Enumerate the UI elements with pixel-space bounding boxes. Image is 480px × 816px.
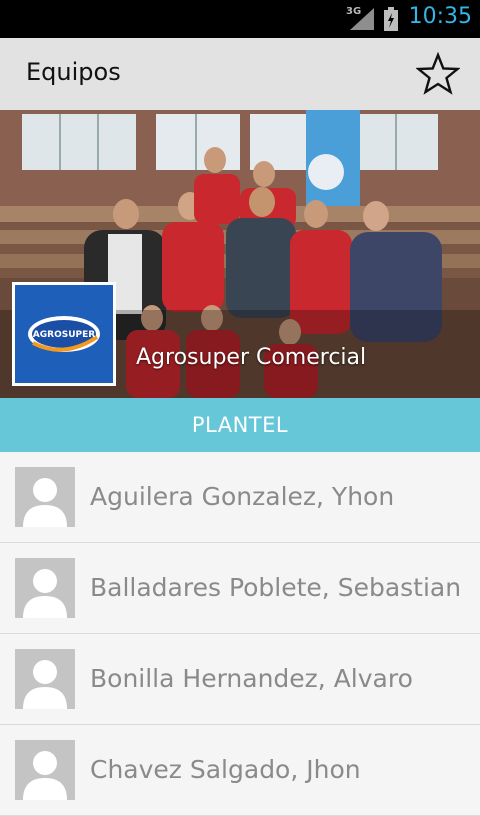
clock: 10:35 bbox=[408, 4, 472, 29]
avatar-placeholder-icon bbox=[15, 740, 75, 800]
list-item[interactable]: Bonilla Hernandez, Alvaro bbox=[0, 634, 480, 725]
list-item[interactable]: Chavez Salgado, Jhon bbox=[0, 725, 480, 816]
svg-text:AGROSUPER: AGROSUPER bbox=[33, 330, 95, 340]
signal-icon bbox=[350, 8, 374, 30]
team-photo: AGROSUPER Agrosuper Comercial bbox=[0, 110, 480, 398]
status-bar: 3G 10:35 bbox=[0, 0, 480, 38]
team-logo: AGROSUPER bbox=[12, 282, 116, 386]
list-item[interactable]: Balladares Poblete, Sebastian bbox=[0, 543, 480, 634]
avatar-placeholder-icon bbox=[15, 558, 75, 618]
player-name: Balladares Poblete, Sebastian bbox=[90, 573, 462, 602]
team-name: Agrosuper Comercial bbox=[136, 345, 367, 370]
section-header-plantel: PLANTEL bbox=[0, 398, 480, 452]
player-name: Bonilla Hernandez, Alvaro bbox=[90, 664, 413, 693]
page-title: Equipos bbox=[26, 58, 121, 86]
agrosuper-logo-icon: AGROSUPER bbox=[28, 316, 100, 352]
roster-list: Aguilera Gonzalez, Yhon Balladares Poble… bbox=[0, 452, 480, 816]
battery-charging-icon bbox=[384, 7, 398, 31]
star-outline-icon[interactable] bbox=[416, 52, 460, 96]
player-name: Chavez Salgado, Jhon bbox=[90, 755, 361, 784]
avatar-placeholder-icon bbox=[15, 649, 75, 709]
action-bar: Equipos bbox=[0, 38, 480, 110]
player-name: Aguilera Gonzalez, Yhon bbox=[90, 482, 395, 511]
list-item[interactable]: Aguilera Gonzalez, Yhon bbox=[0, 452, 480, 543]
avatar-placeholder-icon bbox=[15, 467, 75, 527]
